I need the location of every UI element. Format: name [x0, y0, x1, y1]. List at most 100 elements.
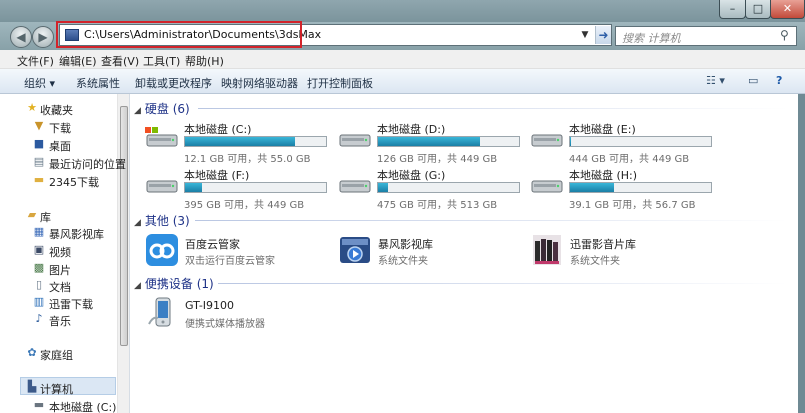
- command-bar: 组织 ▾ 系统属性 卸载或更改程序 映射网络驱动器 打开控制面板 ☷ ▾ ▭ ?: [0, 69, 805, 94]
- drive-d[interactable]: 本地磁盘 (D:) 126 GB 可用，共 449 GB: [338, 121, 523, 165]
- menu-help[interactable]: 帮助(H): [185, 53, 224, 69]
- usage-fill: [570, 137, 571, 146]
- collapse-arrow-icon: ◢: [134, 218, 141, 228]
- drive-c[interactable]: 本地磁盘 (C:) 12.1 GB 可用，共 55.0 GB: [145, 121, 330, 165]
- nav-2345-downloads[interactable]: ▬ 2345下载: [0, 172, 117, 190]
- organize-button[interactable]: 组织 ▾: [24, 75, 55, 91]
- help-icon[interactable]: ?: [776, 74, 782, 87]
- map-network-drive-button[interactable]: 映射网络驱动器: [221, 75, 298, 91]
- menu-bar: 文件(F) 编辑(E) 查看(V) 工具(T) 帮助(H): [0, 50, 805, 69]
- nav-documents[interactable]: ▯ 文档: [0, 277, 117, 295]
- group-header-other[interactable]: ◢ 其他 (3): [134, 212, 190, 229]
- video-icon: ▣: [33, 243, 45, 256]
- recent-places-icon: ▤: [33, 155, 45, 168]
- uninstall-program-button[interactable]: 卸载或更改程序: [135, 75, 212, 91]
- other-item-baofeng-library[interactable]: 暴风影视库 系统文件夹: [338, 233, 528, 269]
- drive-f[interactable]: 本地磁盘 (F:) 395 GB 可用，共 449 GB: [145, 167, 330, 211]
- menu-view[interactable]: 查看(V): [101, 53, 139, 69]
- nav-music[interactable]: ♪ 音乐: [0, 311, 117, 329]
- hard-drive-icon: [531, 134, 563, 147]
- usage-fill: [185, 137, 295, 146]
- usage-bar: [184, 136, 327, 147]
- group-divider: [195, 220, 788, 221]
- other-item-baidu-cloud[interactable]: 百度云管家 双击运行百度云管家: [145, 233, 335, 269]
- nav-scrollbar-thumb[interactable]: [120, 106, 128, 346]
- window-right-edge: [798, 94, 805, 413]
- nav-videos[interactable]: ▣ 视频: [0, 242, 117, 260]
- usage-fill: [570, 183, 614, 192]
- go-arrow-icon[interactable]: ➜: [595, 26, 611, 44]
- collapse-arrow-icon: ◢: [134, 281, 141, 291]
- baidu-cloud-icon: [146, 234, 178, 266]
- usage-fill: [378, 137, 480, 146]
- nav-baofeng-library[interactable]: ▦ 暴风影视库: [0, 224, 117, 242]
- group-divider: [218, 283, 788, 284]
- nav-scrollbar[interactable]: [117, 94, 129, 413]
- drive-h[interactable]: 本地磁盘 (H:) 39.1 GB 可用，共 56.7 GB: [530, 167, 715, 211]
- folder-icon: ▬: [33, 173, 45, 186]
- xunlei-library-icon: [533, 235, 561, 265]
- music-icon: ♪: [35, 312, 43, 325]
- chevron-down-icon[interactable]: ▼: [578, 28, 592, 42]
- downloads-folder-icon: ▼: [34, 119, 44, 132]
- menu-tools[interactable]: 工具(T): [143, 53, 180, 69]
- nav-desktop[interactable]: ■ 桌面: [0, 136, 117, 154]
- nav-xunlei-downloads[interactable]: ▥ 迅雷下载: [0, 294, 117, 312]
- hard-drive-icon: [339, 180, 371, 193]
- phone-icon: [148, 297, 171, 327]
- drive-e[interactable]: 本地磁盘 (E:) 444 GB 可用，共 449 GB: [530, 121, 715, 165]
- open-control-panel-button[interactable]: 打开控制面板: [307, 75, 373, 91]
- nav-pictures[interactable]: ▩ 图片: [0, 260, 117, 278]
- minimize-button[interactable]: –: [719, 0, 746, 19]
- usage-bar: [377, 136, 520, 147]
- back-button[interactable]: ◀: [10, 26, 32, 48]
- title-bar: – □ ✕: [0, 0, 805, 22]
- usage-bar: [569, 136, 712, 147]
- hard-drive-icon: [146, 180, 178, 193]
- menu-edit[interactable]: 编辑(E): [59, 53, 97, 69]
- nav-downloads[interactable]: ▼ 下载: [0, 118, 117, 136]
- nav-recent-places[interactable]: ▤ 最近访问的位置: [0, 154, 126, 172]
- library-icon: ▰: [27, 208, 37, 221]
- homegroup-icon: ✿: [27, 346, 37, 359]
- system-properties-button[interactable]: 系统属性: [76, 75, 120, 91]
- search-input[interactable]: 搜索 计算机 ⚲: [615, 26, 797, 46]
- close-button[interactable]: ✕: [770, 0, 805, 19]
- collapse-arrow-icon: ◢: [134, 106, 141, 116]
- usage-fill: [378, 183, 388, 192]
- forward-button[interactable]: ▶: [32, 26, 54, 48]
- maximize-button[interactable]: □: [745, 0, 771, 19]
- portable-device-gt-i9100[interactable]: GT-I9100 便携式媒体播放器: [145, 296, 335, 332]
- search-icon[interactable]: ⚲: [780, 28, 789, 42]
- group-header-portable[interactable]: ◢ 便携设备 (1): [134, 275, 214, 292]
- nav-homegroup[interactable]: ✿ 家庭组: [0, 345, 117, 363]
- other-item-xunlei-library[interactable]: 迅雷影音片库 系统文件夹: [530, 233, 720, 269]
- star-icon: ★: [27, 101, 37, 114]
- xunlei-icon: ▥: [33, 295, 45, 308]
- group-divider: [198, 108, 788, 109]
- hard-drive-icon: ▬: [33, 398, 45, 411]
- hard-drive-icon: [339, 134, 371, 147]
- search-placeholder: 搜索 计算机: [622, 32, 681, 45]
- nav-local-disk-c[interactable]: ▬ 本地磁盘 (C:): [0, 397, 117, 413]
- preview-pane-icon[interactable]: ▭: [748, 74, 758, 87]
- menu-file[interactable]: 文件(F): [17, 53, 54, 69]
- pictures-icon: ▩: [33, 261, 45, 274]
- nav-favorites[interactable]: ★ 收藏夹: [0, 100, 117, 118]
- group-header-disks[interactable]: ◢ 硬盘 (6): [134, 100, 190, 117]
- baofeng-library-icon: [340, 237, 370, 263]
- baofeng-library-icon: ▦: [33, 225, 45, 238]
- view-options-icon[interactable]: ☷ ▾: [706, 74, 725, 87]
- address-path[interactable]: C:\Users\Administrator\Documents\3dsMax: [84, 28, 321, 41]
- desktop-icon: ■: [33, 137, 45, 150]
- drive-g[interactable]: 本地磁盘 (G:) 475 GB 可用，共 513 GB: [338, 167, 523, 211]
- hard-drive-icon: [531, 180, 563, 193]
- system-drive-icon: [145, 127, 178, 147]
- usage-bar: [569, 182, 712, 193]
- address-bar[interactable]: C:\Users\Administrator\Documents\3dsMax …: [59, 24, 612, 46]
- computer-icon: [65, 29, 79, 41]
- nav-computer[interactable]: ▙ 计算机: [0, 379, 117, 397]
- usage-bar: [377, 182, 520, 193]
- nav-libraries[interactable]: ▰ 库: [0, 207, 117, 225]
- usage-fill: [185, 183, 202, 192]
